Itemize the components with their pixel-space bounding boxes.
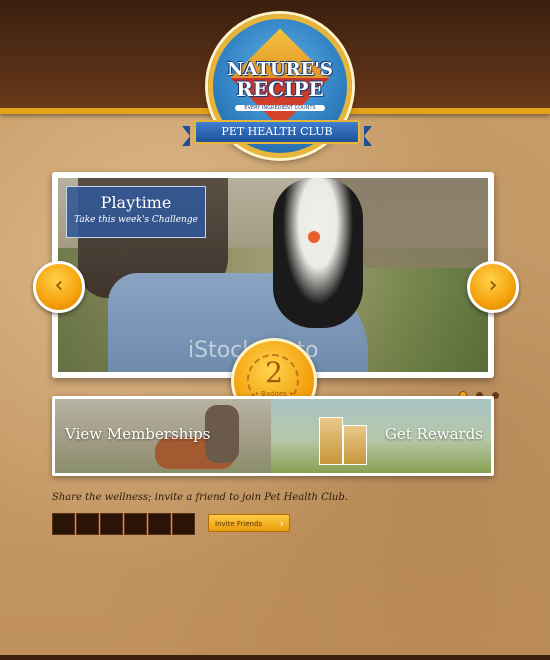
- slide-caption-subtitle: Take this week's Challenge: [74, 215, 198, 225]
- friend-slot[interactable]: [148, 513, 171, 535]
- banner-food-bag: [319, 417, 343, 465]
- share-text: Share the wellness; invite a friend to j…: [52, 492, 348, 503]
- friend-slot[interactable]: [76, 513, 99, 535]
- photo-ball: [308, 231, 320, 243]
- banner-food-bag: [343, 425, 367, 465]
- footer-bar: [0, 655, 550, 660]
- get-rewards-label: Get Rewards: [384, 425, 483, 443]
- chevron-right-icon: ›: [279, 517, 284, 530]
- view-memberships-label: View Memberships: [65, 425, 211, 443]
- logo-tagline: EVERY INGREDIENT COUNTS: [235, 105, 325, 111]
- friend-slots: [52, 513, 196, 539]
- friend-slot[interactable]: [52, 513, 75, 535]
- chevron-left-icon: ‹: [54, 273, 64, 298]
- invite-friends-label: Invite Friends: [215, 520, 263, 528]
- view-memberships-banner[interactable]: View Memberships: [55, 399, 271, 473]
- slide-caption[interactable]: Playtime Take this week's Challenge: [66, 186, 206, 238]
- friend-slot[interactable]: [172, 513, 195, 535]
- slider-prev-button[interactable]: ‹: [33, 261, 85, 313]
- invite-friends-button[interactable]: Invite Friends ›: [208, 514, 290, 532]
- friend-slot[interactable]: [124, 513, 147, 535]
- slider-next-button[interactable]: ›: [467, 261, 519, 313]
- promo-banners: View Memberships Get Rewards: [52, 396, 494, 476]
- friend-slot[interactable]: [100, 513, 123, 535]
- logo-brand-line2: RECIPE: [236, 77, 324, 101]
- badges-count: 2: [265, 356, 283, 389]
- chevron-right-icon: ›: [488, 273, 498, 298]
- photo-dog: [273, 178, 363, 328]
- slide-caption-title: Playtime: [100, 193, 172, 212]
- get-rewards-banner[interactable]: Get Rewards: [271, 399, 491, 473]
- pet-health-club-ribbon: PET HEALTH CLUB: [182, 120, 372, 146]
